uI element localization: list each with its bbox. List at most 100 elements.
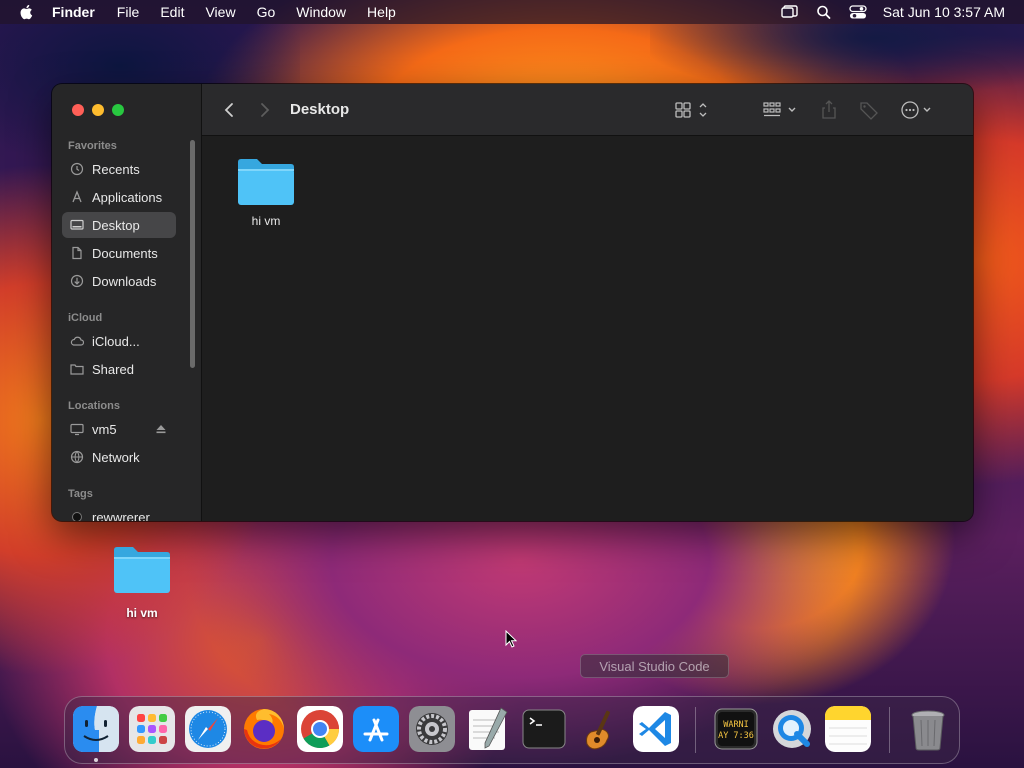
dock-console[interactable]: WARNI AY 7:36 xyxy=(713,706,759,752)
sidebar-item-desktop[interactable]: Desktop xyxy=(62,212,176,238)
finder-sidebar: Favorites Recents Applications Desktop D… xyxy=(52,84,202,521)
menu-window[interactable]: Window xyxy=(296,4,346,20)
terminal-app-icon xyxy=(522,709,566,749)
view-mode-icon-grid-button[interactable] xyxy=(674,100,712,120)
dock-tooltip: Visual Studio Code xyxy=(580,654,729,678)
minimize-button[interactable] xyxy=(92,104,104,116)
eject-icon[interactable] xyxy=(155,423,167,435)
dock-chrome[interactable] xyxy=(297,706,343,752)
sidebar-section-favorites: Favorites xyxy=(68,140,117,152)
sidebar-item-label: Network xyxy=(92,449,140,465)
apple-menu-icon[interactable] xyxy=(18,3,36,21)
dock-terminal[interactable] xyxy=(521,706,567,752)
menu-file[interactable]: File xyxy=(117,4,140,20)
sidebar-scrollbar[interactable] xyxy=(190,140,195,368)
close-button[interactable] xyxy=(72,104,84,116)
desktop-folder-name: hi vm xyxy=(126,606,158,620)
menu-edit[interactable]: Edit xyxy=(160,4,184,20)
console-line-1: WARNI xyxy=(723,720,749,730)
sidebar-section-icloud: iCloud xyxy=(68,312,103,324)
dock-textedit[interactable] xyxy=(465,706,511,752)
display-icon xyxy=(70,423,84,436)
desktop-folder-item[interactable]: hi vm xyxy=(106,544,178,620)
firefox-app-icon xyxy=(244,709,284,749)
folder-icon xyxy=(114,547,170,593)
more-actions-icon[interactable] xyxy=(900,100,936,120)
folder-icon xyxy=(238,159,294,205)
garageband-app-icon xyxy=(586,710,610,750)
download-icon xyxy=(70,274,84,288)
tag-icon[interactable] xyxy=(858,100,880,120)
sidebar-item-label: Downloads xyxy=(92,273,157,289)
finder-content: hi vm xyxy=(202,136,973,521)
sidebar-section-locations: Locations xyxy=(68,400,120,412)
dock-trash[interactable] xyxy=(905,706,951,752)
sidebar-item-label: Shared xyxy=(92,361,134,377)
dock-vscode[interactable] xyxy=(633,706,679,752)
dock-safari[interactable] xyxy=(185,706,231,752)
sidebar-item-shared[interactable]: Shared xyxy=(62,356,176,382)
finder-window: Favorites Recents Applications Desktop D… xyxy=(52,84,973,521)
dock-launchpad[interactable] xyxy=(129,706,175,752)
document-icon xyxy=(72,246,82,260)
clock-icon xyxy=(70,162,84,176)
forward-button[interactable] xyxy=(258,100,272,120)
menu-help[interactable]: Help xyxy=(367,4,396,20)
dock-system-settings[interactable] xyxy=(409,706,455,752)
folder-name: hi vm xyxy=(251,214,281,228)
sidebar-item-label: Desktop xyxy=(92,217,140,233)
folder-item[interactable]: hi vm xyxy=(230,156,302,228)
sidebar-item-network[interactable]: Network xyxy=(62,444,176,470)
desktop-icon xyxy=(70,219,84,230)
mouse-cursor-icon xyxy=(505,630,517,648)
network-icon xyxy=(70,450,84,464)
console-line-2: AY 7:36 xyxy=(718,731,754,741)
sidebar-item-tag[interactable]: rewwrerer xyxy=(62,504,176,521)
menu-view[interactable]: View xyxy=(205,4,235,20)
trash-icon xyxy=(911,710,945,751)
textedit-app-icon xyxy=(469,707,508,750)
control-center-icon[interactable] xyxy=(849,4,867,20)
back-button[interactable] xyxy=(222,100,236,120)
console-app-icon: WARNI AY 7:36 xyxy=(714,708,758,750)
zoom-button[interactable] xyxy=(112,104,124,116)
dock-quicktime[interactable] xyxy=(769,706,815,752)
menu-bar-clock[interactable]: Sat Jun 10 3:57 AM xyxy=(883,4,1005,20)
dock-firefox[interactable] xyxy=(241,706,287,752)
sidebar-item-label: iCloud... xyxy=(92,333,140,349)
dock-notes[interactable] xyxy=(825,706,871,752)
sidebar-item-documents[interactable]: Documents xyxy=(62,240,176,266)
cloud-icon xyxy=(70,336,84,346)
quicktime-app-icon xyxy=(773,710,811,748)
sidebar-item-downloads[interactable]: Downloads xyxy=(62,268,176,294)
notes-app-icon xyxy=(825,706,871,752)
sidebar-item-label: rewwrerer xyxy=(92,509,150,522)
finder-app-icon xyxy=(73,706,119,752)
window-title: Desktop xyxy=(290,101,350,118)
sidebar-item-recents[interactable]: Recents xyxy=(62,156,176,182)
tag-dot-icon xyxy=(72,512,82,521)
share-icon[interactable] xyxy=(820,100,838,120)
sidebar-item-icloud-drive[interactable]: iCloud... xyxy=(62,328,176,354)
dock-separator xyxy=(695,707,696,753)
screen-mirroring-icon[interactable] xyxy=(781,4,799,20)
finder-toolbar: Desktop xyxy=(202,84,973,136)
sidebar-section-tags: Tags xyxy=(68,488,93,500)
group-by-button[interactable] xyxy=(762,100,802,120)
dock-garageband[interactable] xyxy=(577,706,623,752)
dock-finder[interactable] xyxy=(73,706,119,752)
menu-go[interactable]: Go xyxy=(257,4,276,20)
applications-icon xyxy=(72,190,82,203)
sidebar-item-label: Documents xyxy=(92,245,158,261)
sidebar-item-label: Applications xyxy=(92,189,163,205)
sidebar-item-label: Recents xyxy=(92,161,140,177)
sidebar-item-label: vm5 xyxy=(92,421,117,437)
dock-app-store[interactable] xyxy=(353,706,399,752)
sidebar-item-applications[interactable]: Applications xyxy=(62,184,176,210)
spotlight-search-icon[interactable] xyxy=(815,4,833,20)
safari-app-icon xyxy=(185,706,231,752)
window-controls xyxy=(52,104,132,116)
chrome-app-icon xyxy=(297,706,343,752)
menu-bar: Finder File Edit View Go Window Help Sat… xyxy=(0,0,1024,24)
menu-app-name[interactable]: Finder xyxy=(52,4,95,20)
